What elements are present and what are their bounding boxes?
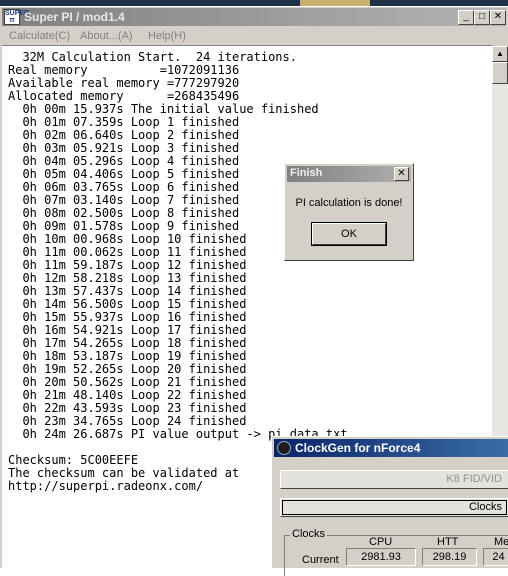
output-line: Checksum: 5C00EEFE — [8, 453, 139, 467]
minimize-button[interactable]: _ — [458, 10, 474, 25]
k8-fid-vid-button[interactable]: K8 FID/VID — [280, 470, 508, 489]
clocks-button-label: Clocks — [468, 501, 502, 513]
column-cpu: CPU — [369, 536, 393, 548]
output-line: Allocated memory =268435496 — [8, 89, 240, 103]
output-line: 0h 00m 15.937s The initial value finishe… — [8, 102, 319, 116]
cpu-clock-value: 2981.93 — [346, 548, 416, 566]
output-line: 0h 10m 00.968s Loop 10 finished — [8, 232, 247, 246]
menu-help[interactable]: Help(H) — [148, 30, 186, 42]
output-line: 0h 15m 55.937s Loop 16 finished — [8, 310, 247, 324]
output-log: 32M Calculation Start. 24 iterations. Re… — [2, 46, 492, 493]
superpi-app-icon: SUPER π — [4, 9, 30, 25]
superpi-titlebar[interactable]: SUPER π Super PI / mod1.4 _ □ ✕ — [2, 8, 506, 26]
menu-calculate[interactable]: Calculate(C) — [9, 30, 70, 42]
output-line: 0h 21m 48.140s Loop 22 finished — [8, 388, 247, 402]
htt-clock-value: 298.19 — [422, 548, 477, 566]
output-line: 0h 22m 43.593s Loop 23 finished — [8, 401, 247, 415]
output-line: 0h 17m 54.265s Loop 18 finished — [8, 336, 247, 350]
clockgen-app-icon — [277, 441, 291, 455]
output-line: http://superpi.radeonx.com/ — [8, 479, 204, 493]
output-line: 0h 05m 04.406s Loop 5 finished — [8, 167, 240, 181]
output-line: Real memory =1072091136 — [8, 63, 240, 77]
output-line: 0h 09m 01.578s Loop 9 finished — [8, 219, 240, 233]
dialog-message: PI calculation is done! — [295, 197, 403, 209]
clocks-group-label: Clocks — [290, 528, 328, 540]
window-title: Super PI / mod1.4 — [24, 10, 125, 24]
scroll-up-button[interactable]: ▲ — [492, 46, 508, 62]
maximize-button[interactable]: □ — [474, 10, 490, 25]
output-line: 32M Calculation Start. 24 iterations. — [8, 50, 297, 64]
ok-button[interactable]: OK — [311, 222, 387, 246]
clockgen-window: ClockGen for nForce4 K8 FID/VID Clocks C… — [271, 436, 508, 576]
clockgen-titlebar[interactable]: ClockGen for nForce4 — [274, 439, 508, 457]
output-line: 0h 14m 56.500s Loop 15 finished — [8, 297, 247, 311]
clockgen-title: ClockGen for nForce4 — [295, 441, 421, 455]
column-mem: Me — [494, 536, 508, 548]
pi-glyph-icon: π — [9, 17, 15, 24]
mem-clock-value: 24 — [483, 548, 508, 566]
output-line: 0h 23m 34.765s Loop 24 finished — [8, 414, 247, 428]
menu-about[interactable]: About...(A) — [80, 30, 133, 42]
output-line: 0h 03m 05.921s Loop 3 finished — [8, 141, 240, 155]
app-icon-label: SUPER — [5, 10, 30, 17]
k8-fid-vid-label: K8 FID/VID — [446, 473, 502, 485]
dialog-titlebar[interactable]: Finish ✕ — [287, 166, 411, 182]
output-line: 0h 18m 53.187s Loop 19 finished — [8, 349, 247, 363]
output-line: 0h 06m 03.765s Loop 6 finished — [8, 180, 240, 194]
output-line: 0h 19m 52.265s Loop 20 finished — [8, 362, 247, 376]
output-line: 0h 07m 03.140s Loop 7 finished — [8, 193, 240, 207]
scroll-thumb[interactable] — [492, 62, 508, 84]
output-line: 0h 04m 05.296s Loop 4 finished — [8, 154, 240, 168]
menu-bar: Calculate(C) About...(A) Help(H) — [2, 28, 506, 46]
output-line: 0h 08m 02.500s Loop 8 finished — [8, 206, 240, 220]
clocks-button[interactable]: Clocks — [280, 498, 508, 517]
dialog-title: Finish — [290, 167, 323, 179]
output-line: 0h 11m 59.187s Loop 12 finished — [8, 258, 247, 272]
finish-dialog: Finish ✕ PI calculation is done! OK — [284, 163, 414, 261]
output-line: 0h 13m 57.437s Loop 14 finished — [8, 284, 247, 298]
output-line: Available real memory =777297920 — [8, 76, 240, 90]
output-line: 0h 12m 58.218s Loop 13 finished — [8, 271, 247, 285]
column-htt: HTT — [437, 536, 459, 548]
output-line: 0h 20m 50.562s Loop 21 finished — [8, 375, 247, 389]
output-line: The checksum can be validated at — [8, 466, 240, 480]
output-line: 0h 11m 00.062s Loop 11 finished — [8, 245, 247, 259]
close-button[interactable]: ✕ — [490, 10, 506, 25]
row-label-current: Current — [302, 554, 339, 566]
output-line: 0h 02m 06.640s Loop 2 finished — [8, 128, 240, 142]
output-line: 0h 01m 07.359s Loop 1 finished — [8, 115, 240, 129]
output-line: 0h 16m 54.921s Loop 17 finished — [8, 323, 247, 337]
dialog-close-button[interactable]: ✕ — [394, 167, 409, 181]
